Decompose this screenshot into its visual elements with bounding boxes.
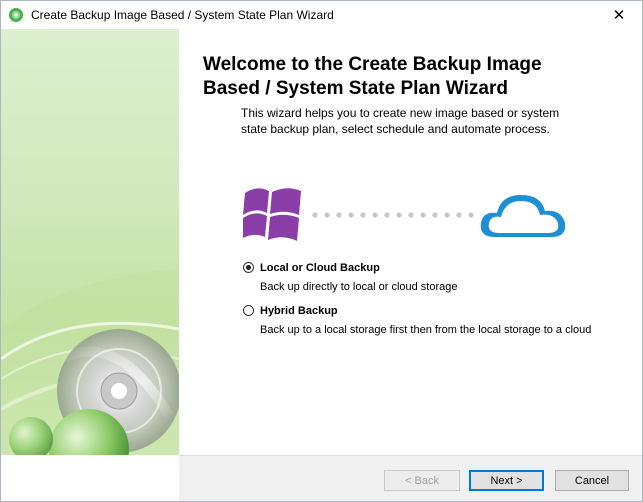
local-cloud-label: Local or Cloud Backup bbox=[260, 262, 380, 274]
wizard-sidebar-banner bbox=[1, 29, 179, 455]
close-icon: ✕ bbox=[612, 7, 626, 24]
headline-line-2: Based / System State Plan Wizard bbox=[203, 78, 508, 99]
close-button[interactable]: ✕ bbox=[596, 1, 642, 29]
window-title: Create Backup Image Based / System State… bbox=[31, 8, 334, 22]
windows-logo-icon bbox=[243, 188, 301, 241]
wizard-footer: < Back Next > Cancel bbox=[179, 455, 642, 501]
connection-dots bbox=[312, 212, 474, 218]
wizard-intro-text: This wizard helps you to create new imag… bbox=[241, 106, 560, 136]
cd-disc-illustration bbox=[1, 269, 179, 455]
back-button[interactable]: < Back bbox=[384, 470, 460, 491]
hybrid-radio[interactable] bbox=[243, 305, 254, 316]
headline-line-1: Welcome to the Create Backup Image bbox=[203, 54, 542, 75]
backup-flow-illustration bbox=[243, 188, 566, 241]
next-button[interactable]: Next > bbox=[469, 470, 544, 491]
option-hybrid[interactable]: Hybrid Backup Back up to a local storage… bbox=[243, 304, 591, 337]
hybrid-label: Hybrid Backup bbox=[260, 305, 338, 317]
title-bar[interactable]: Create Backup Image Based / System State… bbox=[1, 1, 642, 29]
option-local-cloud[interactable]: Local or Cloud Backup Back up directly t… bbox=[243, 261, 458, 294]
local-cloud-radio[interactable] bbox=[243, 262, 254, 273]
wizard-window: Create Backup Image Based / System State… bbox=[0, 0, 643, 502]
wizard-headline: Welcome to the Create Backup Image Based… bbox=[203, 53, 623, 101]
cancel-button[interactable]: Cancel bbox=[555, 470, 629, 491]
wizard-content: Welcome to the Create Backup Image Based… bbox=[179, 29, 642, 455]
hybrid-description: Back up to a local storage first then fr… bbox=[260, 324, 592, 336]
app-icon bbox=[9, 8, 23, 22]
local-cloud-description: Back up directly to local or cloud stora… bbox=[260, 281, 458, 293]
cloud-icon bbox=[480, 195, 566, 237]
